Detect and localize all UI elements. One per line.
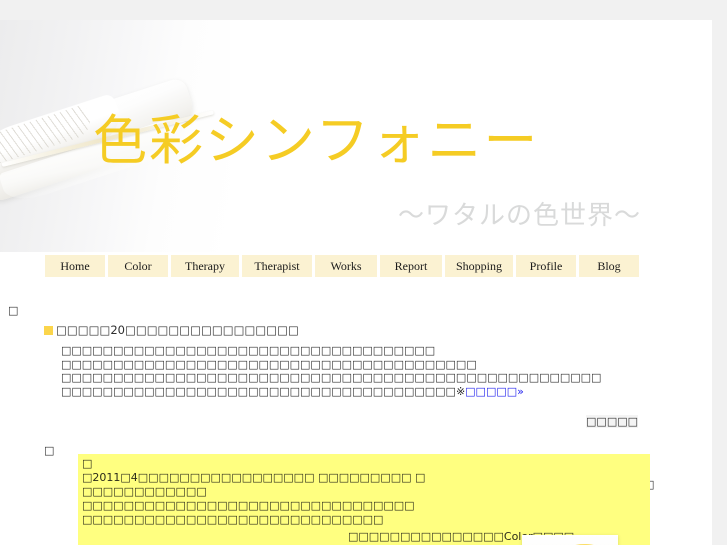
site-subtitle: ～ワタルの色世界～ <box>398 201 642 231</box>
article-headline: □□□□□20□□□□□□□□□□□□□□□□ <box>44 323 299 337</box>
headline-text: □□□□□20□□□□□□□□□□□□□□□□ <box>56 323 299 337</box>
site-title: 色彩シンフォニー <box>93 109 540 172</box>
highlight-line: □2011□4□□□□□□□□□□□□□□□□□ □□□□□□□□□ □ <box>82 471 426 484</box>
intro-paragraph: □□□□□□□□□□□□□□□□□□□□□□□□□□□□□□□□□□□□ □□□… <box>61 344 681 398</box>
colored-feathers-image <box>522 535 618 545</box>
nav-item-shopping[interactable]: Shopping <box>445 255 513 277</box>
nav-list: Home Color Therapy Therapist Works Repor… <box>0 255 712 277</box>
stray-glyph-middle: □ <box>44 444 55 457</box>
nav-item-works[interactable]: Works <box>315 255 377 277</box>
site-banner: 色彩シンフォニー ～ワタルの色世界～ <box>0 20 712 252</box>
more-link[interactable]: □□□□□ <box>465 385 517 398</box>
bullet-square-icon <box>44 325 53 335</box>
highlight-line: □□□□□□□□□□□□□□□□□□□□□□□□□□□□□ <box>82 513 384 526</box>
highlight-line: □□□□□□□□□□□□□□□□□□□□□□□□□□□□□□□□ <box>82 499 415 512</box>
nav-item-home[interactable]: Home <box>45 255 105 277</box>
intro-line: □□□□□□□□□□□□□□□□□□□□□□□□□□□□□□□□□□□□ <box>61 344 436 357</box>
nav-item-therapist[interactable]: Therapist <box>242 255 312 277</box>
right-aligned-note: □□□□□ <box>586 415 638 428</box>
main-content: □ □□□□□20□□□□□□□□□□□□□□□□ □□□□□□□□□□□□□□… <box>0 282 712 545</box>
link-prefix-marker: ※ <box>455 384 466 398</box>
stray-glyph-top: □ <box>8 304 19 317</box>
intro-line-text: □□□□□□□□□□□□□□□□□□□□□□□□□□□□□□□□□□□□□□ <box>61 384 456 398</box>
main-navigation: Home Color Therapy Therapist Works Repor… <box>0 255 712 277</box>
top-gutter <box>0 0 727 20</box>
highlight-line: □ <box>82 457 93 470</box>
nav-item-color[interactable]: Color <box>108 255 168 277</box>
nav-item-profile[interactable]: Profile <box>516 255 576 277</box>
highlight-panel: □ □2011□4□□□□□□□□□□□□□□□□□ □□□□□□□□□ □ □… <box>78 454 650 545</box>
nav-item-therapy[interactable]: Therapy <box>171 255 239 277</box>
highlight-line: □□□□□□□□□□□□ <box>82 485 207 498</box>
nav-item-report[interactable]: Report <box>380 255 442 277</box>
link-suffix-chevron[interactable]: » <box>517 385 524 398</box>
intro-line: □□□□□□□□□□□□□□□□□□□□□□□□□□□□□□□□□□□□□□□□ <box>61 357 477 371</box>
nav-item-blog[interactable]: Blog <box>579 255 639 277</box>
right-gutter <box>712 0 727 545</box>
page-container: 色彩シンフォニー ～ワタルの色世界～ Home Color Therapy Th… <box>0 20 712 545</box>
intro-line-with-link: □□□□□□□□□□□□□□□□□□□□□□□□□□□□□□□□□□□□□□※□… <box>61 385 681 399</box>
intro-line: □□□□□□□□□□□□□□□□□□□□□□□□□□□□□□□□□□□□□□□□… <box>61 371 602 384</box>
